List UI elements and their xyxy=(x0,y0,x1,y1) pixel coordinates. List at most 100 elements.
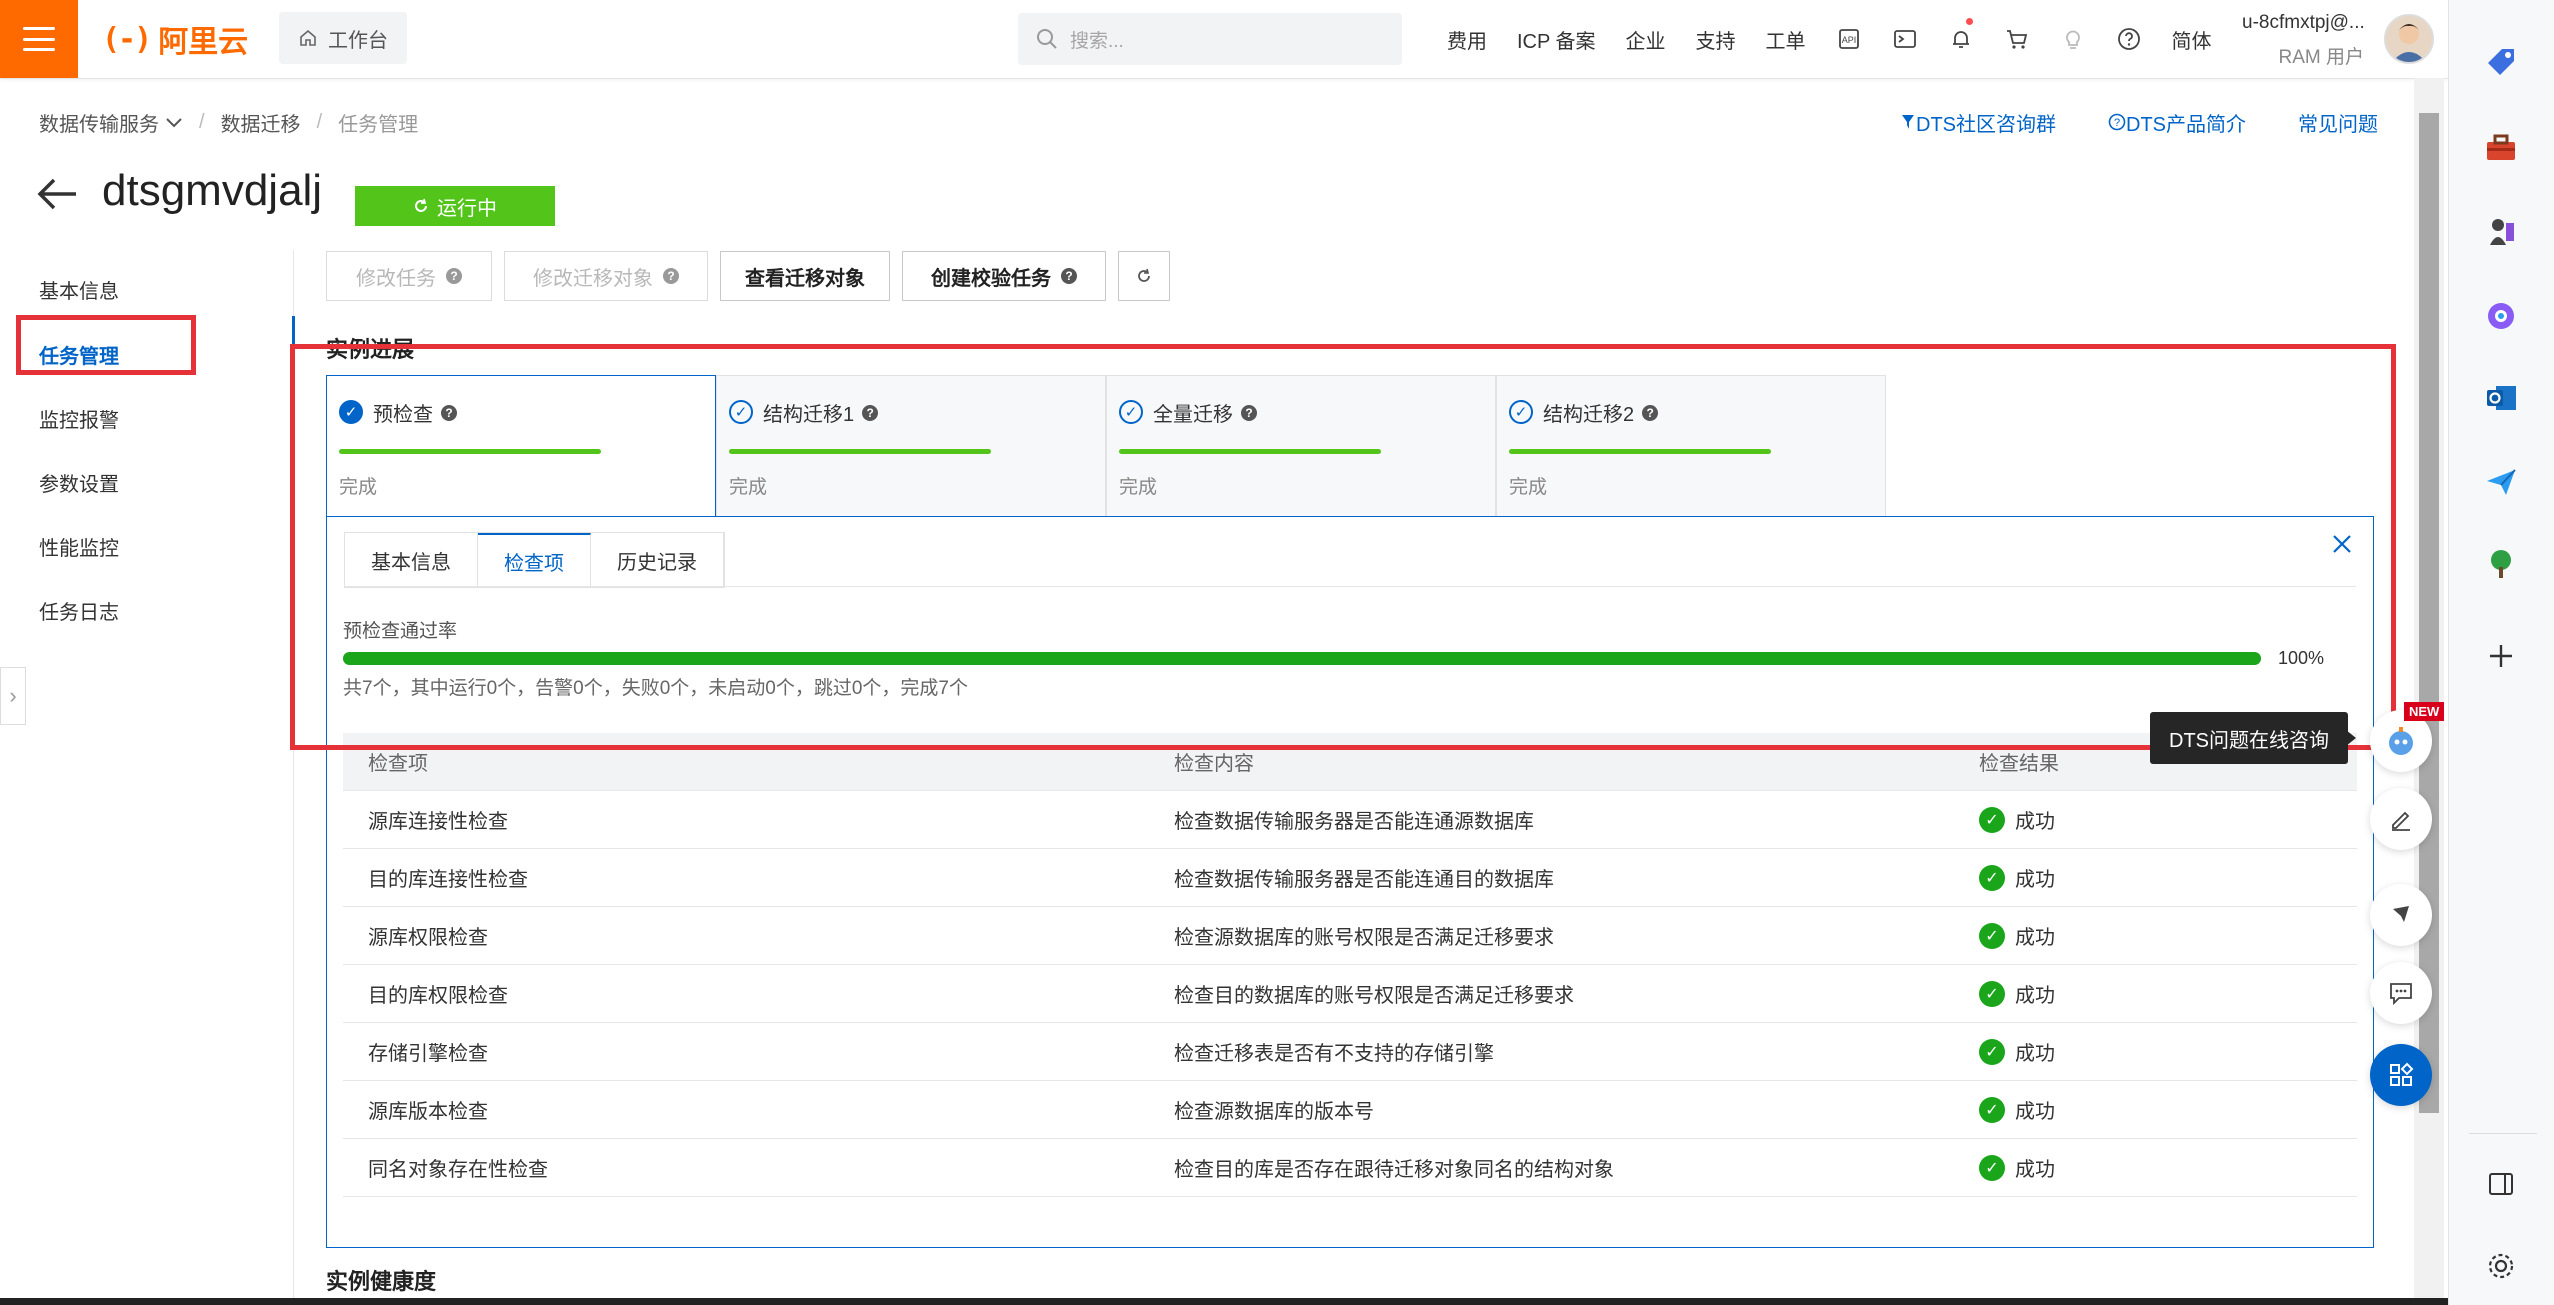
check-summary: 共7个，其中运行0个，告警0个，失败0个，未启动0个，跳过0个，完成7个 xyxy=(343,678,968,699)
chevron-down-icon[interactable] xyxy=(165,117,183,129)
check-result: ✓ 成功 xyxy=(1979,1153,2055,1182)
check-item: 目的库连接性检查 xyxy=(368,869,528,891)
language-switch[interactable]: 简体 xyxy=(2157,25,2227,54)
check-result: ✓ 成功 xyxy=(1979,979,2055,1008)
help-icon: ? xyxy=(663,268,679,284)
breadcrumb-migration[interactable]: 数据迁移 xyxy=(221,108,301,137)
success-check-icon: ✓ xyxy=(1979,864,2005,891)
outlook-icon[interactable] xyxy=(2479,376,2523,420)
pass-rate-fill xyxy=(343,652,2261,665)
tab-history[interactable]: 历史记录 xyxy=(591,533,724,587)
step-label: 结构迁移1 xyxy=(763,404,855,426)
panel-tabs: 基本信息 检查项 历史记录 xyxy=(344,532,725,588)
modify-objects-button[interactable]: 修改迁移对象? xyxy=(504,251,708,301)
terminal-icon[interactable] xyxy=(1877,0,1933,78)
check-item: 源库权限检查 xyxy=(368,927,488,949)
table-header: 检查项 检查内容 检查结果 xyxy=(343,733,2357,791)
check-content: 检查数据传输服务器是否能连通源数据库 xyxy=(1174,811,1534,833)
menu-task-logs[interactable]: 任务日志 xyxy=(39,596,119,625)
pass-rate-value: 100% xyxy=(2278,648,2325,668)
step-precheck[interactable]: ✓ 预检查? 完成 xyxy=(326,375,716,517)
success-check-icon: ✓ xyxy=(1979,980,2005,1007)
check-item: 存储引擎检查 xyxy=(368,1043,488,1065)
view-objects-button[interactable]: 查看迁移对象 xyxy=(720,251,890,301)
settings-gear-icon[interactable] xyxy=(2479,1244,2523,1288)
success-check-icon: ✓ xyxy=(1979,1096,2005,1123)
tag-icon[interactable] xyxy=(2479,40,2523,84)
check-result: ✓ 成功 xyxy=(1979,1037,2055,1066)
page-scrollbar[interactable] xyxy=(2414,78,2444,1298)
avatar[interactable] xyxy=(2384,14,2434,64)
chat-button[interactable] xyxy=(2370,962,2432,1024)
chess-icon[interactable] xyxy=(2479,210,2523,254)
tab-divider xyxy=(344,586,2356,587)
menu-basic-info[interactable]: 基本信息 xyxy=(39,275,119,304)
help-icon: ? xyxy=(1061,268,1077,284)
workbench-button[interactable]: 工作台 xyxy=(279,12,407,64)
nav-enterprise[interactable]: 企业 xyxy=(1611,25,1681,54)
check-item: 同名对象存在性检查 xyxy=(368,1159,548,1181)
sidebar-toggle-icon[interactable] xyxy=(2479,1162,2523,1206)
help-icon[interactable] xyxy=(2101,0,2157,78)
workbench-label: 工作台 xyxy=(328,29,388,52)
menu-button[interactable] xyxy=(0,0,78,78)
content-accent xyxy=(292,316,295,366)
help-links: DTS社区咨询群 ? DTS产品简介 常见问题 xyxy=(1900,108,2378,137)
copilot-icon[interactable] xyxy=(2479,294,2523,338)
menu-parameter-settings[interactable]: 参数设置 xyxy=(39,468,119,497)
product-intro-link[interactable]: ? DTS产品简介 xyxy=(2108,108,2246,137)
cursor-tool-button[interactable] xyxy=(2370,884,2432,946)
tab-check-items[interactable]: 检查项 xyxy=(478,533,591,587)
modify-task-button[interactable]: 修改任务? xyxy=(326,251,492,301)
notification-dot xyxy=(1965,18,1973,25)
add-icon[interactable] xyxy=(2479,634,2523,678)
nav-billing[interactable]: 费用 xyxy=(1432,25,1502,54)
refresh-button[interactable] xyxy=(1118,251,1170,301)
feedback-edit-button[interactable] xyxy=(2370,788,2432,850)
nav-ticket[interactable]: 工单 xyxy=(1751,25,1821,54)
step-label: 全量迁移 xyxy=(1153,404,1233,426)
view-objects-label: 查看迁移对象 xyxy=(745,267,865,290)
tab-basic-info[interactable]: 基本信息 xyxy=(345,533,478,587)
help-icon: ? xyxy=(1642,404,1659,421)
aliyun-logo[interactable]: (-) 阿里云 xyxy=(102,20,248,60)
step-schema-migration-2[interactable]: ✓ 结构迁移2? 完成 xyxy=(1496,375,1886,517)
menu-monitoring-alerts[interactable]: 监控报警 xyxy=(39,404,119,433)
api-icon[interactable]: API xyxy=(1821,0,1877,78)
nav-icp[interactable]: ICP 备案 xyxy=(1502,25,1611,54)
apps-button[interactable] xyxy=(2370,1044,2432,1106)
nav-support[interactable]: 支持 xyxy=(1681,25,1751,54)
close-icon[interactable] xyxy=(2330,530,2354,564)
step-state: 完成 xyxy=(339,477,378,498)
expand-handle[interactable]: › xyxy=(0,667,26,725)
search-placeholder: 搜索... xyxy=(1070,30,1124,52)
check-result: ✓ 成功 xyxy=(1979,863,2055,892)
menu-highlight-box xyxy=(16,315,196,375)
check-circle-icon: ✓ xyxy=(1509,400,1533,424)
cart-icon[interactable] xyxy=(1989,0,2045,78)
send-icon[interactable] xyxy=(2479,460,2523,504)
toolbox-icon[interactable] xyxy=(2479,126,2523,170)
check-item: 目的库权限检查 xyxy=(368,985,508,1007)
scrollbar-thumb[interactable] xyxy=(2419,113,2439,1113)
search-input[interactable]: 搜索... xyxy=(1018,13,1402,65)
menu-performance-monitoring[interactable]: 性能监控 xyxy=(39,532,119,561)
step-state: 完成 xyxy=(1509,477,1548,498)
bell-icon[interactable] xyxy=(1933,0,1989,78)
column-header: 检查内容 xyxy=(1174,753,1254,775)
check-content: 检查迁移表是否有不支持的存储引擎 xyxy=(1174,1043,1494,1065)
create-validation-button[interactable]: 创建校验任务? xyxy=(902,251,1106,301)
step-full-migration[interactable]: ✓ 全量迁移? 完成 xyxy=(1106,375,1496,517)
back-arrow-icon[interactable] xyxy=(36,174,80,222)
step-schema-migration-1[interactable]: ✓ 结构迁移1? 完成 xyxy=(716,375,1106,517)
lightbulb-icon[interactable] xyxy=(2045,0,2101,78)
step-progress-bar xyxy=(339,449,601,454)
hamburger-icon xyxy=(23,27,55,51)
chat-icon xyxy=(2390,983,2412,1006)
tree-icon[interactable] xyxy=(2479,542,2523,586)
faq-link[interactable]: 常见问题 xyxy=(2298,108,2378,137)
breadcrumb-separator: / xyxy=(316,111,323,133)
community-link[interactable]: DTS社区咨询群 xyxy=(1900,108,2056,137)
breadcrumb-dts[interactable]: 数据传输服务 xyxy=(39,108,159,137)
table-row: 目的库连接性检查 检查数据传输服务器是否能连通目的数据库 ✓ 成功 xyxy=(343,849,2357,907)
